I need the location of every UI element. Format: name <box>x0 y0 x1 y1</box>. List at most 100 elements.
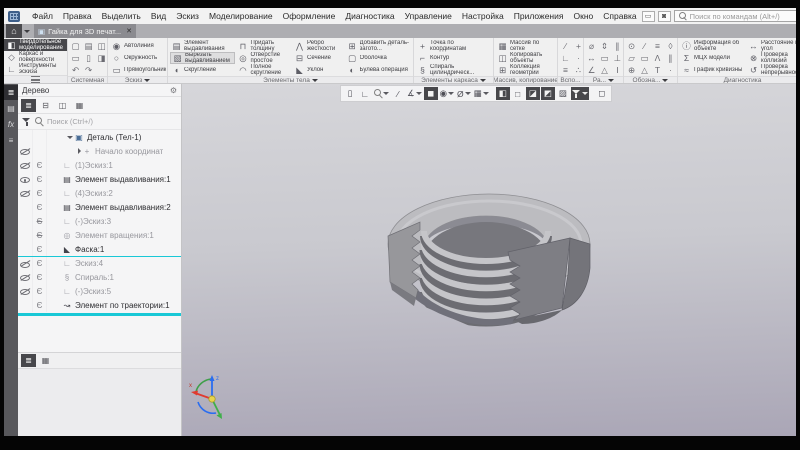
dim-icon-4[interactable]: ⇕ <box>598 41 611 52</box>
tree-row-sketch1[interactable]: Є ∟ (1)Эскиз:1 <box>18 158 181 172</box>
menu-diagnostics[interactable]: Диагностика <box>340 9 399 23</box>
redo-icon[interactable]: ↷ <box>82 65 95 76</box>
rectangle-button[interactable]: ▭ Прямоугольник <box>110 64 167 76</box>
tree-sequence-button[interactable]: ⊟ <box>38 99 53 112</box>
section-view-button[interactable]: ◧ <box>495 87 510 100</box>
desig-icon-7[interactable]: ≡ <box>651 41 664 52</box>
shaded-view-button[interactable]: ◼ <box>423 87 438 100</box>
dim-icon-3[interactable]: ∠ <box>585 65 598 76</box>
tree-row-sketch2[interactable]: Є ∟ (4)Эскиз:2 <box>18 186 181 200</box>
aux-icon-3[interactable]: ≡ <box>559 65 572 76</box>
dim-icon-8[interactable]: ⊥ <box>611 53 624 64</box>
tree-row-extrude2[interactable]: Є ▤ Элемент выдавливания:2 <box>18 200 181 214</box>
desig-icon-8[interactable]: Λ <box>651 53 664 64</box>
menu-window[interactable]: Окно <box>568 9 598 23</box>
print-icon[interactable]: ▭ <box>69 53 82 64</box>
extrude-button[interactable]: ▤ Элемент выдавливания <box>170 40 235 52</box>
autoline-button[interactable]: ◉ Автолиния <box>110 40 167 52</box>
new-file-icon[interactable]: ▢ <box>69 41 82 52</box>
selection-frame-button[interactable]: ◻ <box>595 87 609 100</box>
geometry-collection-button[interactable]: ⊞ Коллекция геометрии <box>496 64 555 76</box>
eye-off-icon[interactable] <box>20 189 30 198</box>
sketch-plane-button[interactable]: ∟ <box>358 87 372 100</box>
simplify-button[interactable]: □ <box>511 87 525 100</box>
desig-icon-4[interactable]: ∕ <box>638 41 651 52</box>
fillet-button[interactable]: ◖ Скругление <box>170 64 235 76</box>
dim-icon-7[interactable]: ∥ <box>611 41 624 52</box>
build-end-pointer[interactable] <box>18 313 181 316</box>
auxiliary-group-label[interactable]: Вспо... <box>558 76 583 83</box>
curvature-graph-button[interactable]: ≈ График кривизны <box>680 64 746 76</box>
desig-icon-5[interactable]: ▭ <box>638 53 651 64</box>
aux-icon-2[interactable]: ∟ <box>559 53 572 64</box>
display-mode-button[interactable]: ◩ <box>540 87 555 100</box>
desig-icon-3[interactable]: ⊕ <box>625 65 638 76</box>
filter-funnel-icon[interactable] <box>22 117 31 126</box>
object-info-button[interactable]: ⓘ Информация об объекте <box>680 40 746 52</box>
gear-icon[interactable]: ⚙ <box>170 86 177 95</box>
tree-tab-button[interactable]: ≣ <box>21 354 36 367</box>
eye-icon[interactable] <box>20 175 30 184</box>
tree-panel-button[interactable]: ≣ <box>4 85 18 100</box>
draft-button[interactable]: ◣ Уклон <box>293 64 345 76</box>
tree-row-origin[interactable]: + Начало координат <box>18 144 181 158</box>
desig-icon-10[interactable]: ◊ <box>664 41 677 52</box>
hide-objects-button[interactable]: Ø <box>456 87 472 100</box>
open-file-icon[interactable]: ▤ <box>82 41 95 52</box>
boolean-button[interactable]: ◐ Булева операция <box>346 64 411 76</box>
filter-button[interactable] <box>570 87 589 100</box>
menu-panel-button[interactable]: ≡ <box>4 133 18 148</box>
shell-button[interactable]: ▢ Оболочка <box>346 52 411 64</box>
menu-applications[interactable]: Приложения <box>509 9 569 23</box>
desig-icon-6[interactable]: △ <box>638 65 651 76</box>
menu-modeling[interactable]: Моделирование <box>204 9 278 23</box>
menu-help[interactable]: Справка <box>598 9 641 23</box>
mode-wireframe-surfaces[interactable]: ◇ Каркас и поверхности <box>4 51 67 63</box>
designations-group-label[interactable]: Обозна... <box>624 76 677 83</box>
desig-icon-12[interactable]: · <box>664 65 677 76</box>
variables-panel-button[interactable]: fx <box>4 117 18 132</box>
frame-elements-group-label[interactable]: Элементы каркаса <box>414 76 493 83</box>
tree-relations-button[interactable]: ◫ <box>55 99 70 112</box>
cut-extrude-button[interactable]: ▧ Вырезать выдавливанием <box>170 52 236 64</box>
grid-button[interactable]: ▨ <box>556 87 570 100</box>
eye-off-icon[interactable] <box>20 147 30 156</box>
zoom-button[interactable] <box>373 87 390 100</box>
parameters-tab-button[interactable]: ▦ <box>38 354 53 367</box>
tree-search-input[interactable]: Поиск (Ctrl+/) <box>18 114 181 130</box>
window-layout-icon[interactable]: ▭ <box>641 10 655 22</box>
menu-file[interactable]: Файл <box>27 9 58 23</box>
menu-layout[interactable]: Оформление <box>278 9 341 23</box>
mode-solid-modeling[interactable]: ◧ Твердотельное моделирование <box>4 39 67 51</box>
tree-composition-button[interactable]: ▦ <box>72 99 87 112</box>
eye-off-icon[interactable] <box>20 161 30 170</box>
system-group-label[interactable]: Системная <box>68 76 107 83</box>
simple-hole-button[interactable]: ◎ Отверстие простое <box>236 52 292 64</box>
dim-icon-1[interactable]: ⌀ <box>585 41 598 52</box>
collision-check-button[interactable]: ⊗ Проверка коллизий <box>747 52 796 64</box>
menu-settings[interactable]: Настройка <box>457 9 509 23</box>
distance-angle-button[interactable]: ↔ Расстояние и угол <box>747 40 796 52</box>
save-icon[interactable]: ◫ <box>95 41 108 52</box>
dim-icon-2[interactable]: ↔ <box>585 53 598 64</box>
tree-structure-button[interactable]: ≣ <box>21 98 36 112</box>
rotate-view-button[interactable]: ◉ <box>439 87 455 100</box>
full-fillet-button[interactable]: ◠ Полное скругление <box>236 64 292 76</box>
viewport-3d[interactable]: ▯ ∟ ∕ ∡ ◼ ◉ Ø ▦ ◧ □ ◪ ◩ ▨ ◻ x z <box>182 84 796 436</box>
mass-properties-button[interactable]: Σ МЦХ модели <box>680 52 746 64</box>
desig-icon-2[interactable]: ▱ <box>625 53 638 64</box>
mode-sketch-tools[interactable]: ∟ Инструменты эскиза <box>4 63 67 75</box>
tab-list-dropdown[interactable] <box>22 24 32 38</box>
diagnostics-group-label[interactable]: Диагностика <box>678 76 796 83</box>
tree-row-root[interactable]: ▣ Деталь (Тел-1) <box>18 130 181 144</box>
document-tab[interactable]: ▣ Гайка для 3D печат... ✕ <box>34 24 136 38</box>
rib-button[interactable]: ⋀ Ребро жесткости <box>293 40 345 52</box>
home-tab-button[interactable]: ⌂ <box>6 24 22 38</box>
tree-row-sketch5[interactable]: Є ∟ (-)Эскиз:5 <box>18 284 181 298</box>
screenshot-icon[interactable]: ◙ <box>657 10 671 22</box>
stamp-icon[interactable]: ◨ <box>95 53 108 64</box>
modes-group-footer[interactable] <box>4 75 67 83</box>
eye-off-icon[interactable] <box>20 259 30 268</box>
image-quality-button[interactable]: ▦ <box>473 87 490 100</box>
body-elements-group-label[interactable]: Элементы тела <box>168 76 413 83</box>
